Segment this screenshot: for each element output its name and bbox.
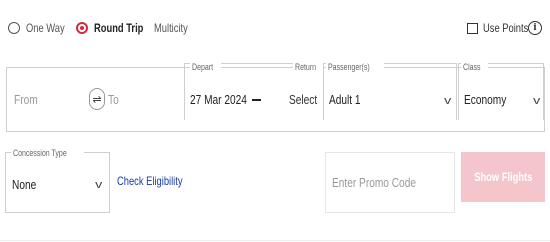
class-select[interactable]: Economy v <box>458 68 544 131</box>
promo-placeholder: Enter Promo Code <box>332 175 416 190</box>
use-points-label: Use Points <box>483 21 529 35</box>
use-points-toggle[interactable]: Use Points i <box>467 17 542 39</box>
radio-round-trip-label: Round Trip <box>94 21 144 35</box>
check-eligibility-text: Check Eligibility <box>117 174 183 188</box>
flight-search-box: From ⇌ To Depart Return 27 Mar 2024 Sele… <box>6 61 545 132</box>
concession-label: Concession Type <box>13 148 67 158</box>
chevron-down-icon: v <box>95 179 103 191</box>
return-date-value: Select <box>289 92 318 107</box>
date-range-dash <box>252 99 261 101</box>
show-flights-button[interactable]: Show Flights <box>461 152 545 202</box>
to-placeholder: To <box>108 92 119 107</box>
to-field[interactable]: To <box>103 68 183 131</box>
return-date-field[interactable]: Select <box>289 68 325 131</box>
radio-circle-icon <box>8 22 20 34</box>
passengers-select[interactable]: Adult 1 v <box>323 68 457 131</box>
check-eligibility-link[interactable]: Check Eligibility <box>117 174 201 188</box>
promo-code-input[interactable]: Enter Promo Code <box>325 152 455 213</box>
depart-date-field[interactable]: 27 Mar 2024 <box>184 68 250 131</box>
radio-multicity[interactable]: Multicity <box>150 21 198 35</box>
radio-one-way-label: One Way <box>26 21 65 35</box>
show-flights-label: Show Flights <box>473 170 533 184</box>
depart-date-value: 27 Mar 2024 <box>190 92 247 107</box>
radio-selected-icon <box>76 22 88 34</box>
divider <box>0 240 550 241</box>
chevron-down-icon: v <box>533 95 541 107</box>
radio-one-way[interactable]: One Way <box>8 21 72 35</box>
trip-type-group: One Way Round Trip Multicity <box>8 18 202 38</box>
passengers-value: Adult 1 <box>329 92 361 107</box>
concession-value: None <box>12 177 37 192</box>
checkbox-icon[interactable] <box>467 22 478 34</box>
radio-round-trip[interactable]: Round Trip <box>76 21 146 35</box>
radio-multicity-label: Multicity <box>154 21 188 35</box>
from-placeholder: From <box>14 92 38 107</box>
concession-select[interactable]: Concession Type None v <box>5 147 110 213</box>
chevron-down-icon: v <box>444 95 452 107</box>
info-icon[interactable]: i <box>528 21 542 35</box>
from-field[interactable]: From <box>7 68 93 131</box>
class-value: Economy <box>464 92 507 107</box>
